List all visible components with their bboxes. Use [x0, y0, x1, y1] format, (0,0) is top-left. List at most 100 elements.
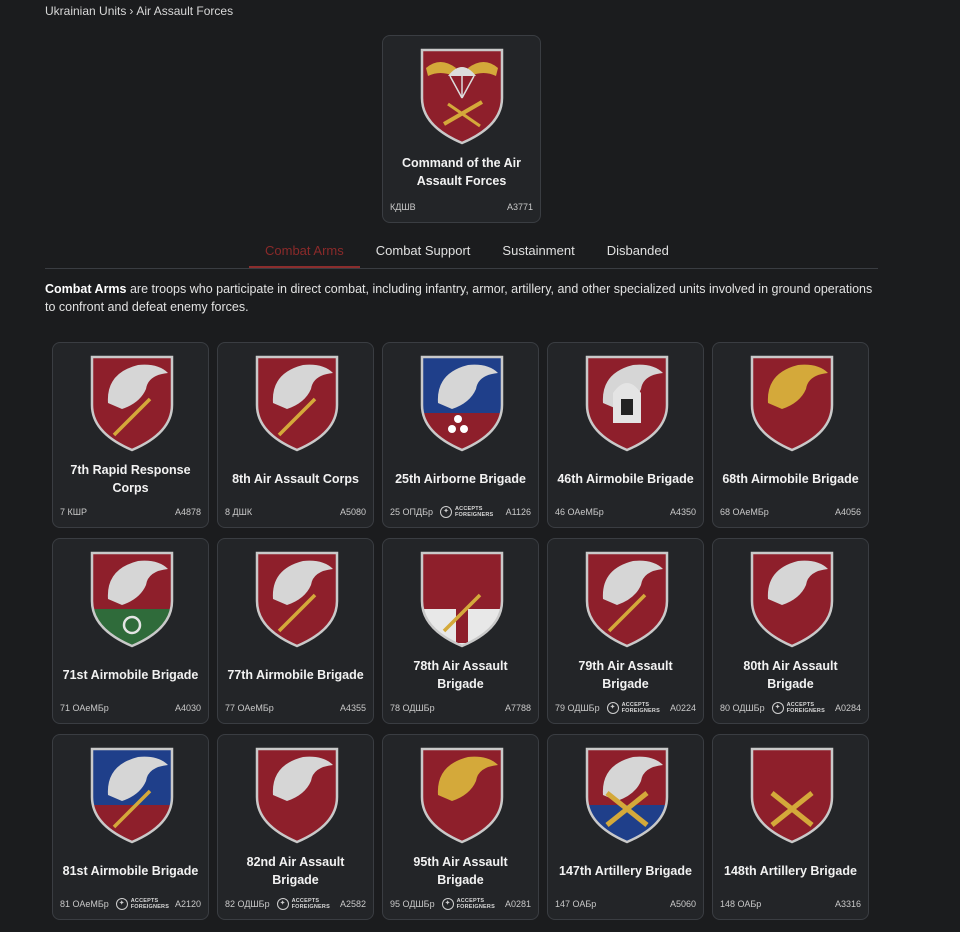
unit-emblem-icon [420, 747, 504, 844]
unit-code: А0224 [669, 703, 696, 713]
tab-combat-arms[interactable]: Combat Arms [249, 238, 360, 268]
foreigners-icon: ✦ [276, 898, 289, 910]
badge-line-2: FOREIGNERS [455, 512, 494, 518]
unit-code: А0284 [834, 703, 861, 713]
unit-name: 80th Air Assault Brigade [743, 659, 838, 691]
unit-meta: 82 ОДШБр ✦ ACCEPTS FOREIGNERS А2582 [225, 896, 366, 912]
unit-card[interactable]: 77th Airmobile Brigade 77 ОАеМБр А4355 [217, 538, 374, 724]
unit-emblem-icon [585, 355, 669, 452]
unit-name: 81st Airmobile Brigade [62, 864, 199, 878]
unit-abbr: 82 ОДШБр [225, 899, 270, 909]
unit-emblem-icon [255, 355, 339, 452]
unit-code: А0281 [504, 899, 531, 909]
unit-abbr: 7 КШР [60, 507, 87, 517]
accepts-foreigners-badge: ✦ ACCEPTS FOREIGNERS [115, 898, 170, 910]
tab-sustainment[interactable]: Sustainment [486, 238, 590, 268]
unit-abbr: 95 ОДШБр [390, 899, 435, 909]
foreigners-icon: ✦ [441, 898, 454, 910]
headquarters-meta: КДШВ А3771 [390, 199, 533, 215]
unit-meta: 81 ОАеМБр ✦ ACCEPTS FOREIGNERS А2120 [60, 896, 201, 912]
unit-abbr: 71 ОАеМБр [60, 703, 109, 713]
unit-abbr: 25 ОПДБр [390, 507, 433, 517]
unit-card[interactable]: 79th Air Assault Brigade 79 ОДШБр ✦ ACCEPTS… [547, 538, 704, 724]
unit-card[interactable]: 46th Airmobile Brigade 46 ОАеМБр А4350 [547, 342, 704, 528]
unit-card[interactable]: 7th Rapid Response Corps 7 КШР А4878 [52, 342, 209, 528]
unit-code: А4878 [174, 507, 201, 517]
description-text: are troops who participate in direct com… [45, 282, 873, 314]
unit-code: А7788 [504, 703, 531, 713]
unit-card[interactable]: 78th Air Assault Brigade 78 ОДШБр А7788 [382, 538, 539, 724]
unit-name: 25th Airborne Brigade [395, 472, 526, 486]
unit-meta: 78 ОДШБр А7788 [390, 700, 531, 716]
unit-emblem-icon [420, 355, 504, 452]
unit-code: А4056 [834, 507, 861, 517]
unit-emblem-icon [90, 747, 174, 844]
unit-card[interactable]: 148th Artillery Brigade 148 ОАБр А3316 [712, 734, 869, 920]
unit-emblem-icon [750, 355, 834, 452]
unit-name: 82nd Air Assault Brigade [246, 855, 345, 887]
unit-meta: 95 ОДШБр ✦ ACCEPTS FOREIGNERS А0281 [390, 896, 531, 912]
foreigners-icon: ✦ [115, 898, 128, 910]
unit-meta: 77 ОАеМБр А4355 [225, 700, 366, 716]
breadcrumb: Ukrainian Units › Air Assault Forces [45, 4, 233, 18]
unit-card[interactable]: 68th Airmobile Brigade 68 ОАеМБр А4056 [712, 342, 869, 528]
unit-name: 71st Airmobile Brigade [62, 668, 199, 682]
tab-combat-support[interactable]: Combat Support [360, 238, 487, 268]
unit-abbr: 46 ОАеМБр [555, 507, 604, 517]
tab-divider [45, 268, 878, 269]
foreigners-icon: ✦ [606, 702, 619, 714]
unit-emblem-icon [750, 551, 834, 648]
unit-emblem-icon [750, 747, 834, 844]
unit-abbr: 78 ОДШБр [390, 703, 435, 713]
headquarters-abbr: КДШВ [390, 202, 416, 212]
unit-emblem-icon [585, 551, 669, 648]
category-description: Combat Arms are troops who participate i… [45, 280, 875, 316]
headquarters-card[interactable]: Command of the Air Assault Forces КДШВ А… [382, 35, 541, 223]
command-emblem-icon [420, 48, 504, 145]
badge-line-2: FOREIGNERS [621, 708, 660, 714]
unit-meta: 147 ОАБр А5060 [555, 896, 696, 912]
unit-emblem-icon [255, 551, 339, 648]
unit-card[interactable]: 147th Artillery Brigade 147 ОАБр А5060 [547, 734, 704, 920]
unit-name: 78th Air Assault Brigade [413, 659, 508, 691]
unit-meta: 46 ОАеМБр А4350 [555, 504, 696, 520]
unit-name: 79th Air Assault Brigade [578, 659, 673, 691]
unit-name: 148th Artillery Brigade [724, 864, 857, 878]
breadcrumb-root-link[interactable]: Ukrainian Units [45, 4, 126, 18]
unit-card[interactable]: 8th Air Assault Corps 8 ДШК А5080 [217, 342, 374, 528]
unit-emblem-icon [585, 747, 669, 844]
unit-name: 46th Airmobile Brigade [557, 472, 694, 486]
unit-meta: 80 ОДШБр ✦ ACCEPTS FOREIGNERS А0284 [720, 700, 861, 716]
unit-abbr: 77 ОАеМБр [225, 703, 274, 713]
headquarters-code: А3771 [506, 202, 533, 212]
badge-line-2: FOREIGNERS [456, 904, 495, 910]
accepts-foreigners-badge: ✦ ACCEPTS FOREIGNERS [441, 898, 495, 910]
unit-meta: 71 ОАеМБр А4030 [60, 700, 201, 716]
accepts-foreigners-badge: ✦ ACCEPTS FOREIGNERS [276, 898, 330, 910]
unit-name: 8th Air Assault Corps [232, 472, 359, 486]
unit-card[interactable]: 25th Airborne Brigade 25 ОПДБр ✦ ACCEPTS FOR… [382, 342, 539, 528]
breadcrumb-current: Air Assault Forces [136, 4, 234, 18]
unit-emblem-icon [90, 551, 174, 648]
foreigners-icon: ✦ [771, 702, 784, 714]
foreigners-icon: ✦ [440, 506, 452, 518]
unit-emblem-icon [255, 747, 339, 844]
unit-card[interactable]: 81st Airmobile Brigade 81 ОАеМБр ✦ ACCEPTS F… [52, 734, 209, 920]
headquarters-name: Command of the Air Assault Forces [402, 156, 521, 188]
unit-card[interactable]: 71st Airmobile Brigade 71 ОАеМБр А4030 [52, 538, 209, 724]
description-term: Combat Arms [45, 282, 127, 296]
branch-tabs: Combat Arms Combat Support Sustainment D… [249, 238, 685, 268]
unit-meta: 79 ОДШБр ✦ ACCEPTS FOREIGNERS А0224 [555, 700, 696, 716]
unit-card[interactable]: 80th Air Assault Brigade 80 ОДШБр ✦ ACCEPTS… [712, 538, 869, 724]
badge-line-2: FOREIGNERS [130, 904, 170, 910]
unit-emblem-icon [90, 355, 174, 452]
unit-card[interactable]: 95th Air Assault Brigade 95 ОДШБр ✦ ACCEPTS… [382, 734, 539, 920]
tab-disbanded[interactable]: Disbanded [591, 238, 685, 268]
unit-abbr: 147 ОАБр [555, 899, 597, 909]
unit-code: А3316 [834, 899, 861, 909]
unit-abbr: 81 ОАеМБр [60, 899, 109, 909]
unit-card[interactable]: 82nd Air Assault Brigade 82 ОДШБр ✦ ACCEPTS… [217, 734, 374, 920]
unit-code: А4030 [174, 703, 201, 713]
unit-code: А2582 [339, 899, 366, 909]
unit-name: 95th Air Assault Brigade [413, 855, 508, 887]
